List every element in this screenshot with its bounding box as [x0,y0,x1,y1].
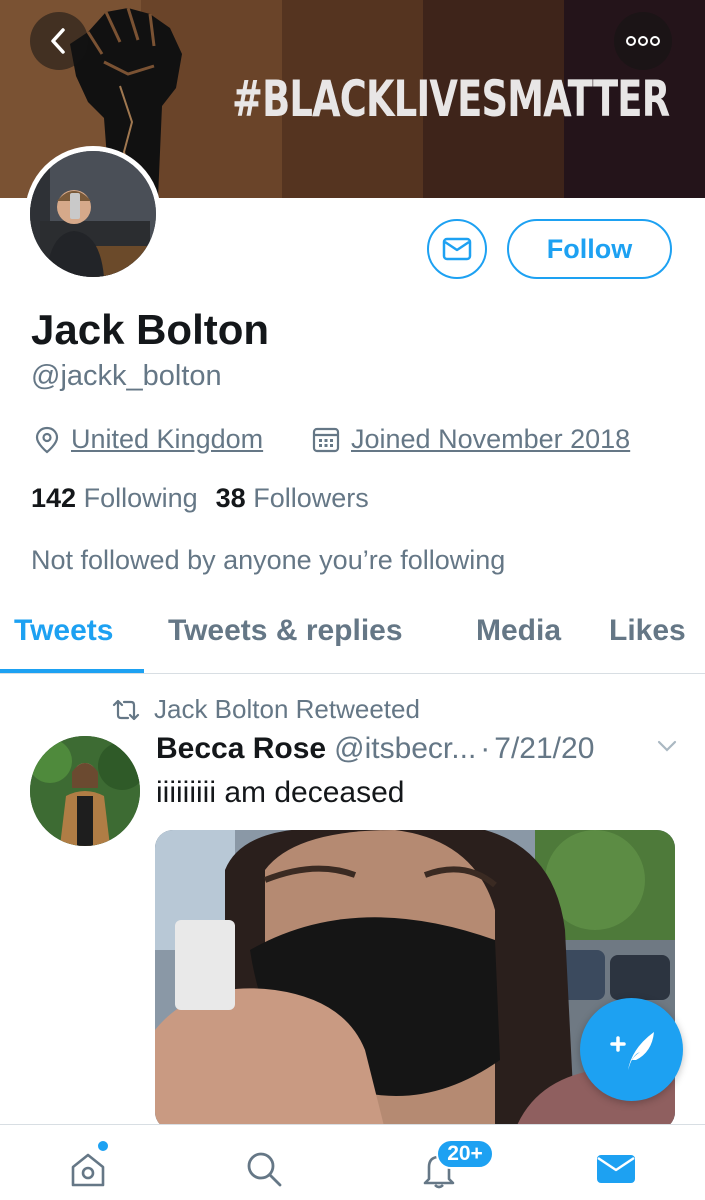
tweet-text: iiiiiiiii am deceased [156,776,405,809]
followers-count: 38 [215,483,246,513]
retweet-indicator: Jack Bolton Retweeted [110,694,420,725]
follow-button[interactable]: Follow [507,219,672,279]
home-icon [71,1153,105,1187]
chevron-down-icon [657,740,677,752]
location-pin-icon [35,426,59,453]
tweet-separator: · [480,732,491,765]
notification-count-badge: 20+ [436,1139,494,1169]
envelope-icon [442,237,472,261]
follow-counts: 142 Following 38 Followers [31,483,369,514]
back-button[interactable] [30,12,88,70]
followers-link[interactable]: 38 Followers [216,483,369,513]
tweet-date[interactable]: 7/21/20 [494,732,594,766]
profile-handle: @jackk_bolton [31,360,222,392]
tweet-menu-button[interactable] [655,738,679,759]
more-options-button[interactable] [614,12,672,70]
chevron-left-icon [51,28,65,54]
avatar-photo [30,151,156,277]
profile-tabs: Tweets Tweets & replies Media Likes [0,600,705,674]
tweet-header: Becca Rose @itsbecr... · 7/21/20 [156,732,594,766]
tab-tweets-and-replies[interactable]: Tweets & replies [168,614,403,648]
profile-name: Jack Bolton [31,306,270,353]
tweet-avatar-photo [30,736,140,846]
retweet-icon [112,699,140,720]
location-text[interactable]: United Kingdom [71,424,263,455]
tweet-author-handle[interactable]: @itsbecr... [334,732,476,766]
active-tab-indicator [0,669,144,673]
message-button[interactable] [427,219,487,279]
banner-hashtag: #BLACKLIVESMATTER [232,70,670,128]
compose-feather-icon [609,1031,654,1070]
mutual-followers-note: Not followed by anyone you’re following [31,545,506,575]
retweet-text: Jack Bolton Retweeted [154,694,420,724]
tab-likes[interactable]: Likes [609,614,686,648]
envelope-filled-icon [597,1155,635,1183]
tweet-author-name[interactable]: Becca Rose [156,732,326,766]
following-label: Following [83,483,198,513]
tweet-author-avatar[interactable] [30,736,140,846]
profile-joined-date[interactable]: Joined November 2018 [311,424,630,455]
profile-location[interactable]: United Kingdom [33,424,263,455]
followers-label: Followers [253,483,369,513]
nav-search[interactable] [238,1143,290,1195]
compose-tweet-button[interactable] [580,998,683,1101]
home-unread-dot [96,1139,110,1153]
tab-media[interactable]: Media [476,614,561,648]
calendar-icon [312,427,340,452]
following-count: 142 [31,483,77,513]
nav-messages[interactable] [590,1143,642,1195]
search-icon [247,1152,282,1187]
following-link[interactable]: 142 Following [31,483,198,513]
profile-avatar[interactable] [25,146,161,282]
more-horizontal-icon [626,36,660,46]
tab-tweets[interactable]: Tweets [14,614,113,648]
bottom-navigation [0,1124,705,1200]
joined-text[interactable]: Joined November 2018 [351,424,630,455]
